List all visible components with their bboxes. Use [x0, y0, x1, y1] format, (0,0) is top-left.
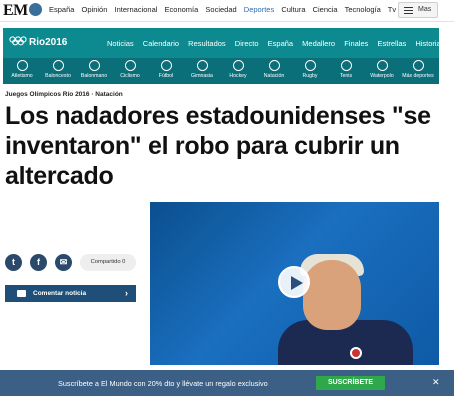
sport-label: Baloncesto	[45, 73, 71, 79]
nav-link-deportes[interactable]: Deportes	[244, 5, 274, 14]
top-navigation: EM España Opinión Internacional Economía…	[0, 0, 454, 22]
nav-link-opinion[interactable]: Opinión	[82, 5, 108, 14]
sport-label: Atletismo	[11, 73, 33, 79]
sport-natacion[interactable]: Natación	[254, 60, 294, 79]
sport-label: Fútbol	[158, 73, 174, 79]
rio-nav-calendario[interactable]: Calendario	[143, 39, 179, 48]
facebook-icon: f	[37, 257, 40, 267]
rio-nav-finales[interactable]: Finales	[344, 39, 368, 48]
baloncesto-icon	[52, 60, 64, 71]
breadcrumb[interactable]: Juegos Olímpicos Río 2016 · Natación	[5, 91, 123, 98]
usa-pin	[350, 347, 362, 359]
hockey-icon	[232, 60, 244, 71]
twitter-share-button[interactable]: t	[5, 254, 22, 271]
grid-icon	[412, 60, 424, 71]
nav-link-tv[interactable]: Tv	[388, 5, 396, 14]
sport-label: Hockey	[229, 73, 247, 79]
olympic-rings-icon	[9, 36, 27, 46]
nav-link-ciencia[interactable]: Ciencia	[313, 5, 338, 14]
rio-top-bar: Rio2016 Noticias Calendario Resultados D…	[3, 28, 441, 58]
rio2016-banner: Rio2016 Noticias Calendario Resultados D…	[3, 28, 441, 84]
sport-hockey[interactable]: Hockey	[218, 60, 258, 79]
nav-link-tecnologia[interactable]: Tecnología	[345, 5, 381, 14]
el-mundo-logo[interactable]: EM	[3, 2, 42, 20]
facebook-share-button[interactable]: f	[30, 254, 47, 271]
rio-logo-text: Rio2016	[29, 37, 68, 48]
subscribe-text: Suscríbete a El Mundo con 20% dto y llév…	[58, 379, 268, 388]
swimmer-head	[303, 260, 361, 330]
chevron-right-icon: ›	[125, 288, 128, 298]
sport-balonmano[interactable]: Balonmano	[74, 60, 114, 79]
atletismo-icon	[16, 60, 28, 71]
comment-button[interactable]: Comentar noticia ›	[5, 285, 136, 302]
nav-link-sociedad[interactable]: Sociedad	[205, 5, 236, 14]
sport-label: Rugby	[302, 73, 318, 79]
subscribe-bar: Suscríbete a El Mundo con 20% dto y llév…	[0, 370, 454, 396]
sport-label: Ciclismo	[120, 73, 140, 79]
sport-ciclismo[interactable]: Ciclismo	[110, 60, 150, 79]
section-links: España Opinión Internacional Economía So…	[49, 5, 401, 14]
rio-nav-noticias[interactable]: Noticias	[107, 39, 134, 48]
play-icon[interactable]	[278, 266, 310, 298]
shared-count-badge: Compartido 0	[80, 254, 136, 271]
sport-atletismo[interactable]: Atletismo	[2, 60, 42, 79]
sport-baloncesto[interactable]: Baloncesto	[38, 60, 78, 79]
logo-text: EM	[3, 2, 28, 19]
sport-label: Tenis	[339, 73, 353, 79]
nav-link-internacional[interactable]: Internacional	[114, 5, 157, 14]
sport-label: Gimnasia	[191, 73, 213, 79]
tenis-icon	[340, 60, 352, 71]
sport-tenis[interactable]: Tenis	[326, 60, 366, 79]
rio-nav-medallero[interactable]: Medallero	[302, 39, 335, 48]
nav-link-economia[interactable]: Economía	[165, 5, 199, 14]
sport-gimnasia[interactable]: Gimnasia	[182, 60, 222, 79]
globe-icon	[28, 3, 42, 16]
sport-label: Más deportes	[402, 73, 434, 79]
gimnasia-icon	[196, 60, 208, 71]
waterpolo-icon	[376, 60, 388, 71]
article-video-thumbnail[interactable]	[150, 202, 439, 365]
rio-nav-historia[interactable]: Historia	[415, 39, 440, 48]
nav-link-cultura[interactable]: Cultura	[281, 5, 305, 14]
sport-waterpolo[interactable]: Waterpolo	[362, 60, 402, 79]
natacion-icon	[268, 60, 280, 71]
balonmano-icon	[88, 60, 100, 71]
rio-nav-directo[interactable]: Directo	[235, 39, 259, 48]
rio2016-logo[interactable]: Rio2016	[9, 36, 67, 48]
email-share-button[interactable]: ✉	[55, 254, 72, 271]
rio-navigation: Noticias Calendario Resultados Directo E…	[107, 39, 448, 48]
comment-icon	[17, 290, 26, 297]
rugby-icon	[304, 60, 316, 71]
email-icon: ✉	[59, 257, 68, 267]
futbol-icon	[160, 60, 172, 71]
more-label: Mas	[418, 6, 432, 13]
sport-label: Waterpolo	[370, 73, 394, 79]
article-headline: Los nadadores estadounidenses "se invent…	[5, 102, 431, 190]
nav-link-espana[interactable]: España	[49, 5, 74, 14]
ciclismo-icon	[124, 60, 136, 71]
rio-nav-resultados[interactable]: Resultados	[188, 39, 226, 48]
sport-label: Balonmano	[80, 73, 108, 79]
subscribe-button[interactable]: SUSCRÍBETE	[316, 376, 385, 390]
sports-bar: Atletismo Baloncesto Balonmano Ciclismo …	[3, 58, 439, 84]
close-icon[interactable]: ✕	[432, 377, 440, 388]
rio-nav-estrellas[interactable]: Estrellas	[377, 39, 406, 48]
hamburger-icon	[404, 7, 413, 14]
sport-label: Natación	[263, 73, 285, 79]
sport-rugby[interactable]: Rugby	[290, 60, 330, 79]
more-menu-button[interactable]: Mas	[398, 2, 438, 18]
sport-mas-deportes[interactable]: Más deportes	[398, 60, 438, 79]
sport-futbol[interactable]: Fútbol	[146, 60, 186, 79]
rio-nav-espana[interactable]: España	[268, 39, 293, 48]
comment-label: Comentar noticia	[33, 290, 87, 297]
twitter-icon: t	[12, 257, 15, 267]
